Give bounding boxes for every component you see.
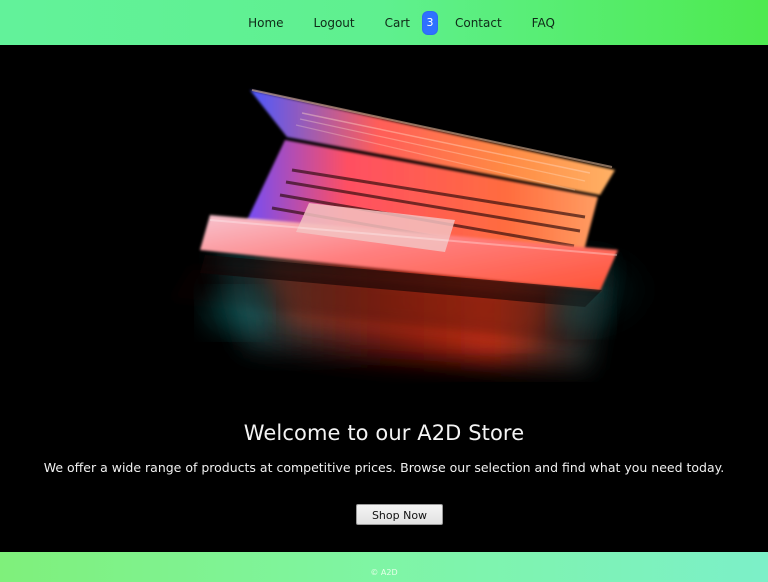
- hero-title: Welcome to our A2D Store: [243, 421, 525, 445]
- nav-contact-link[interactable]: Contact: [440, 17, 517, 29]
- nav-logout-link[interactable]: Logout: [299, 17, 370, 29]
- page-footer: © A2D: [0, 552, 768, 582]
- footer-copyright: © A2D: [370, 568, 398, 577]
- nav-faq-link[interactable]: FAQ: [517, 17, 570, 29]
- main-nav: Home Logout Cart 3 Contact FAQ: [233, 10, 570, 35]
- hero-subtitle: We offer a wide range of products at com…: [43, 460, 725, 475]
- cart-count-badge: 3: [421, 10, 438, 35]
- top-navigation-bar: Home Logout Cart 3 Contact FAQ: [0, 0, 768, 45]
- nav-cart-link[interactable]: Cart: [370, 17, 425, 29]
- shop-now-button[interactable]: Shop Now: [356, 504, 443, 525]
- nav-home-link[interactable]: Home: [233, 17, 298, 29]
- hero-laptop-image: [0, 45, 768, 552]
- hero-section: Welcome to our A2D Store We offer a wide…: [0, 45, 768, 552]
- nav-cart-group: Cart 3: [370, 10, 440, 35]
